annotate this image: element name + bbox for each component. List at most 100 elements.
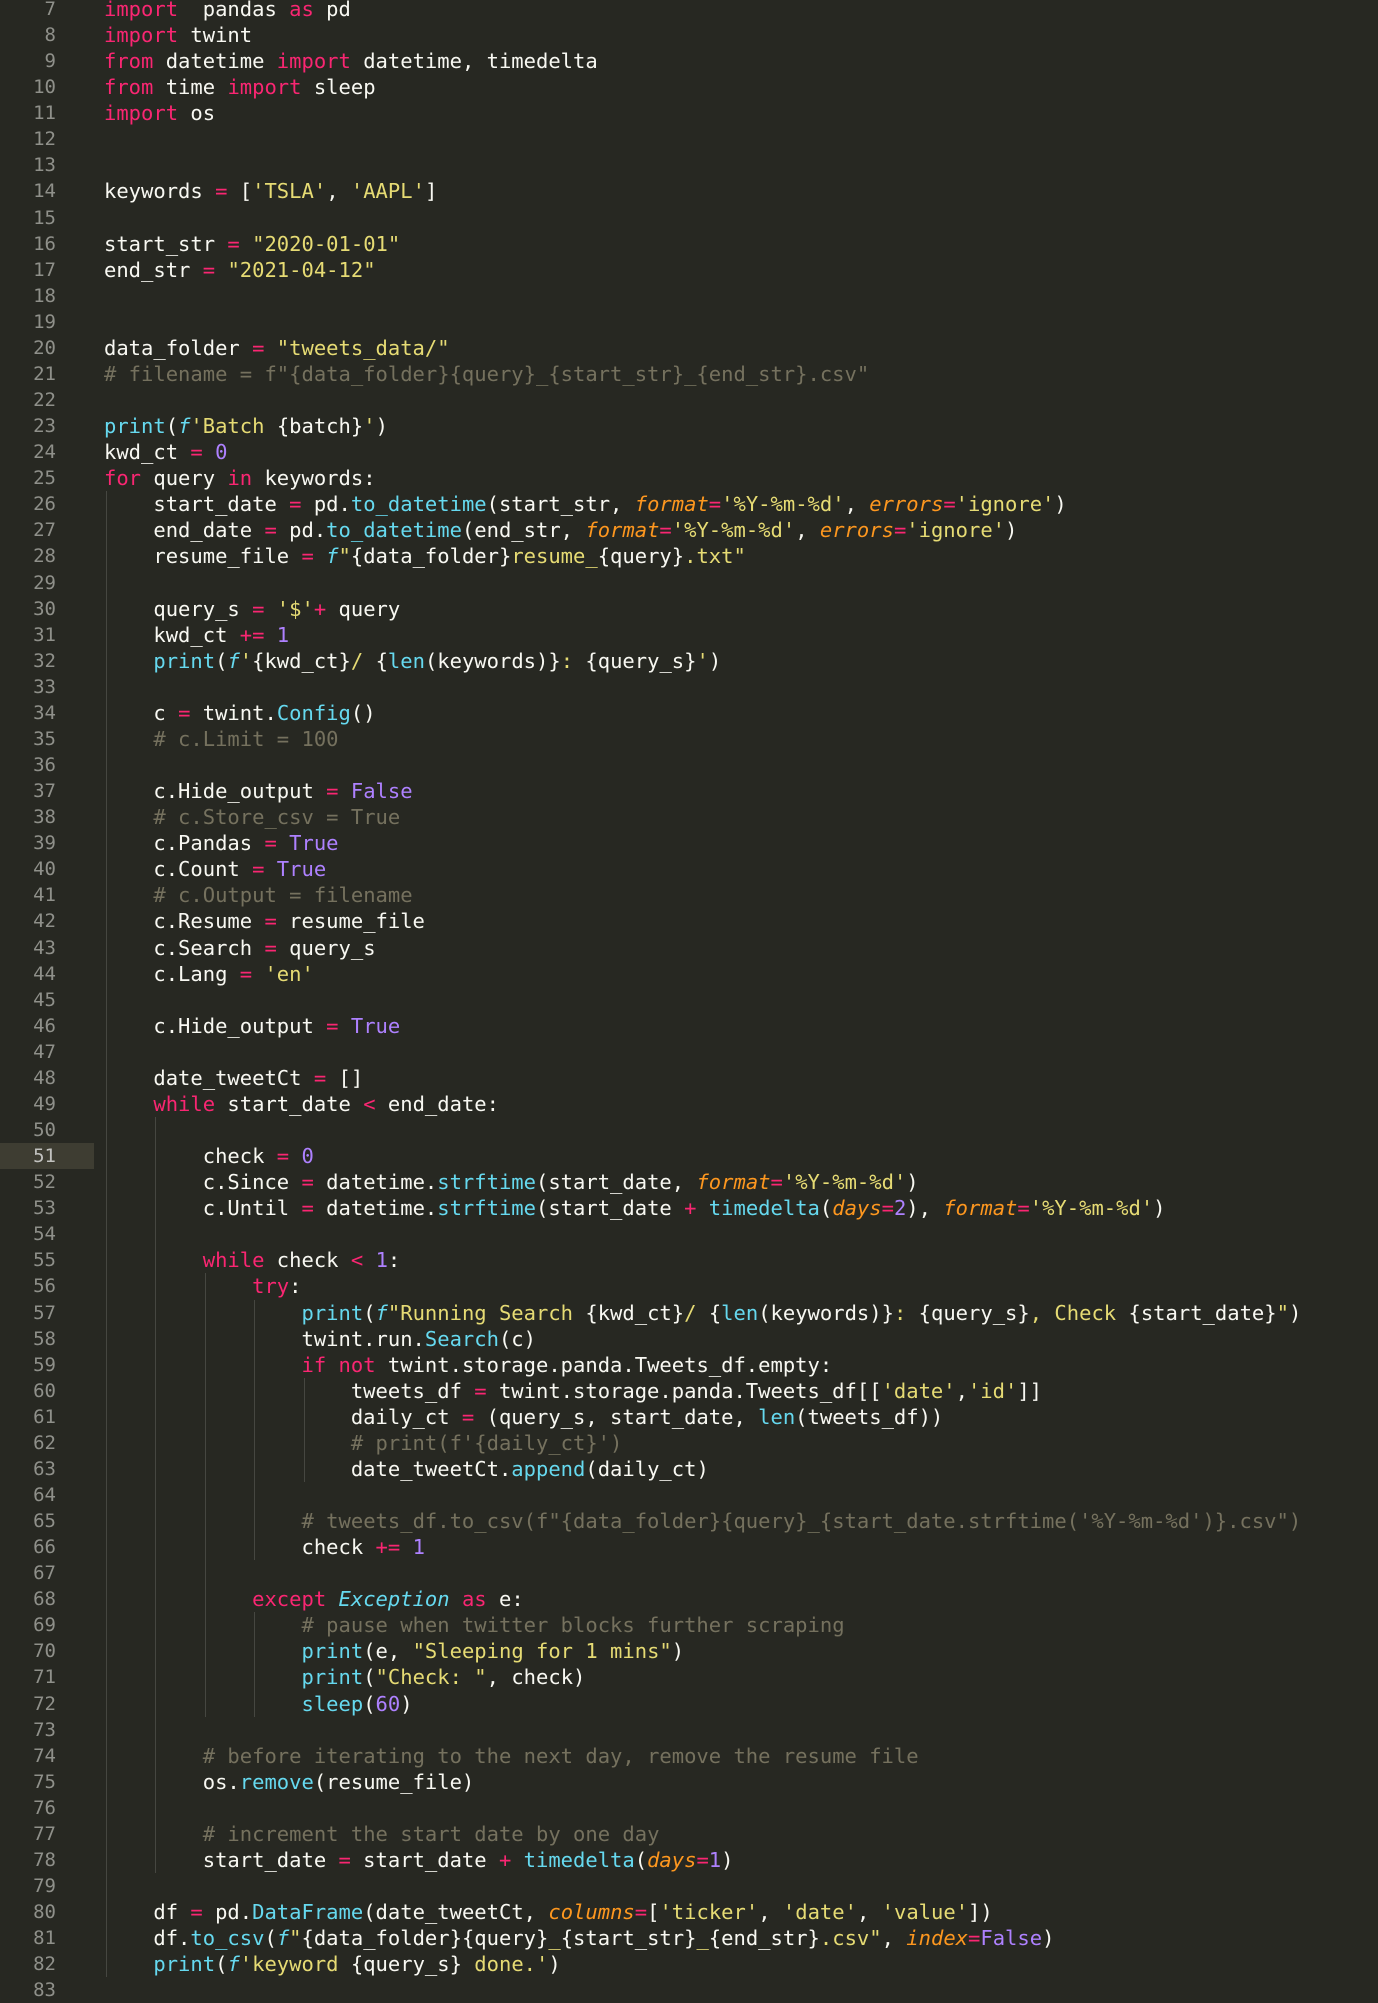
code-line[interactable]: 8 import twint	[0, 22, 1378, 48]
code-line[interactable]: 59 if not twint.storage.panda.Tweets_df.…	[0, 1352, 1378, 1378]
code-line[interactable]: 70 print(e, "Sleeping for 1 mins")	[0, 1638, 1378, 1664]
code-line[interactable]: 54	[0, 1221, 1378, 1247]
code-token: import	[104, 0, 179, 21]
code-line[interactable]: 42 c.Resume = resume_file	[0, 908, 1378, 934]
code-line[interactable]: 17 end_str = "2021-04-12"	[0, 257, 1378, 283]
code-line[interactable]: 83	[0, 1977, 1378, 2003]
code-line[interactable]: 79	[0, 1873, 1378, 1899]
code-line[interactable]: 76	[0, 1795, 1378, 1821]
code-line[interactable]: 47	[0, 1039, 1378, 1065]
code-line[interactable]: 31 kwd_ct += 1	[0, 622, 1378, 648]
code-line[interactable]: 23 print(f'Batch {batch}')	[0, 413, 1378, 439]
code-line[interactable]: 50	[0, 1117, 1378, 1143]
code-line[interactable]: 75 os.remove(resume_file)	[0, 1769, 1378, 1795]
code-line[interactable]: 21 # filename = f"{data_folder}{query}_{s…	[0, 361, 1378, 387]
code-line[interactable]: 10 from time import sleep	[0, 74, 1378, 100]
code-token: c.Search	[104, 935, 265, 960]
code-line[interactable]: 55 while check < 1:	[0, 1247, 1378, 1273]
code-line[interactable]: 68 except Exception as e:	[0, 1586, 1378, 1612]
code-line[interactable]: 60 tweets_df = twint.storage.panda.Tweet…	[0, 1378, 1378, 1404]
line-gutter: 42	[0, 908, 94, 934]
code-line[interactable]: 73	[0, 1717, 1378, 1743]
code-line[interactable]: 41 # c.Output = filename	[0, 882, 1378, 908]
code-line[interactable]: 66 check += 1	[0, 1534, 1378, 1560]
code-line[interactable]: 33	[0, 674, 1378, 700]
code-line[interactable]: 77 # increment the start date by one day	[0, 1821, 1378, 1847]
code-line[interactable]: 63 date_tweetCt.append(daily_ct)	[0, 1456, 1378, 1482]
code-line[interactable]: 52 c.Since = datetime.strftime(start_dat…	[0, 1169, 1378, 1195]
code-line[interactable]: 12	[0, 126, 1378, 152]
code-line[interactable]: 20 data_folder = "tweets_data/"	[0, 335, 1378, 361]
code-line[interactable]: 71 print("Check: ", check)	[0, 1664, 1378, 1690]
code-line[interactable]: 39 c.Pandas = True	[0, 830, 1378, 856]
code-token: (	[215, 648, 228, 673]
line-number: 26	[33, 493, 56, 516]
code-line[interactable]: 18	[0, 283, 1378, 309]
code-line[interactable]: 57 print(f"Running Search {kwd_ct}/ {len…	[0, 1300, 1378, 1326]
code-line[interactable]: 65 # tweets_df.to_csv(f"{data_folder}{qu…	[0, 1508, 1378, 1534]
code-token: c.Count	[104, 857, 253, 882]
code-line[interactable]: 16 start_str = "2020-01-01"	[0, 231, 1378, 257]
code-line[interactable]: 36	[0, 752, 1378, 778]
code-line[interactable]: 49 while start_date < end_date:	[0, 1091, 1378, 1117]
code-line[interactable]: 56 try:	[0, 1273, 1378, 1299]
code-line[interactable]: 14 keywords = ['TSLA', 'AAPL']	[0, 178, 1378, 204]
code-line[interactable]: 74 # before iterating to the next day, r…	[0, 1743, 1378, 1769]
code-token: len	[387, 648, 425, 673]
code-line[interactable]: 9 from datetime import datetime, timedelt…	[0, 48, 1378, 74]
code-line[interactable]: 51 check = 0	[0, 1143, 1378, 1170]
code-line[interactable]: 19	[0, 309, 1378, 335]
code-line[interactable]: 15	[0, 205, 1378, 231]
code-token: datetime, timedelta	[350, 49, 598, 74]
code-line[interactable]: 24 kwd_ct = 0	[0, 439, 1378, 465]
code-line[interactable]: 35 # c.Limit = 100	[0, 726, 1378, 752]
code-line[interactable]: 53 c.Until = datetime.strftime(start_dat…	[0, 1195, 1378, 1221]
code-line[interactable]: 46 c.Hide_output = True	[0, 1013, 1378, 1039]
code-line[interactable]: 13	[0, 152, 1378, 178]
code-token: # pause when twitter blocks further scra…	[301, 1613, 845, 1638]
code-line[interactable]: 45	[0, 987, 1378, 1013]
code-token: os.	[104, 1769, 240, 1794]
code-text: # c.Store_csv = True	[104, 804, 400, 830]
code-line[interactable]: 32 print(f'{kwd_ct}/ {len(keywords)}: {q…	[0, 648, 1378, 674]
code-line[interactable]: 67	[0, 1560, 1378, 1586]
code-line[interactable]: 38 # c.Store_csv = True	[0, 804, 1378, 830]
code-token: {query_s}	[350, 1952, 462, 1977]
code-line[interactable]: 29	[0, 570, 1378, 596]
code-line[interactable]: 28 resume_file = f"{data_folder}resume_{…	[0, 543, 1378, 569]
code-line[interactable]: 69 # pause when twitter blocks further s…	[0, 1612, 1378, 1638]
code-line[interactable]: 78 start_date = start_date + timedelta(d…	[0, 1847, 1378, 1873]
code-token: {data_folder}	[350, 544, 512, 569]
code-line[interactable]: 80 df = pd.DataFrame(date_tweetCt, colum…	[0, 1899, 1378, 1925]
code-line[interactable]: 37 c.Hide_output = False	[0, 778, 1378, 804]
code-line[interactable]: 26 start_date = pd.to_datetime(start_str…	[0, 491, 1378, 517]
code-text: print(f'{kwd_ct}/ {len(keywords)}: {quer…	[104, 648, 721, 674]
code-line[interactable]: 81 df.to_csv(f"{data_folder}{query}_{sta…	[0, 1925, 1378, 1951]
code-editor[interactable]: 7 import pandas as pd 8 import twint 9 from d…	[0, 0, 1378, 2002]
code-line[interactable]: 7 import pandas as pd	[0, 0, 1378, 22]
code-line[interactable]: 44 c.Lang = 'en'	[0, 961, 1378, 987]
code-line[interactable]: 72 sleep(60)	[0, 1691, 1378, 1717]
code-line[interactable]: 48 date_tweetCt = []	[0, 1065, 1378, 1091]
line-number: 67	[33, 1562, 56, 1585]
code-line[interactable]: 11 import os	[0, 100, 1378, 126]
line-gutter: 65	[0, 1508, 94, 1534]
code-text: query_s = '$'+ query	[104, 596, 400, 622]
code-line[interactable]: 43 c.Search = query_s	[0, 935, 1378, 961]
code-token: import	[104, 101, 179, 126]
line-number: 39	[33, 832, 56, 855]
code-line[interactable]: 27 end_date = pd.to_datetime(end_str, fo…	[0, 517, 1378, 543]
code-line[interactable]: 30 query_s = '$'+ query	[0, 596, 1378, 622]
code-text: try:	[104, 1273, 301, 1299]
code-line[interactable]: 34 c = twint.Config()	[0, 700, 1378, 726]
code-line[interactable]: 82 print(f'keyword {query_s} done.')	[0, 1951, 1378, 1977]
code-line[interactable]: 40 c.Count = True	[0, 856, 1378, 882]
code-line[interactable]: 61 daily_ct = (query_s, start_date, len(…	[0, 1404, 1378, 1430]
code-line[interactable]: 62 # print(f'{daily_ct}')	[0, 1430, 1378, 1456]
line-gutter: 39	[0, 830, 94, 856]
code-line[interactable]: 22	[0, 387, 1378, 413]
code-token: =	[252, 596, 265, 621]
code-line[interactable]: 58 twint.run.Search(c)	[0, 1326, 1378, 1352]
code-line[interactable]: 25 for query in keywords:	[0, 465, 1378, 491]
code-line[interactable]: 64	[0, 1482, 1378, 1508]
